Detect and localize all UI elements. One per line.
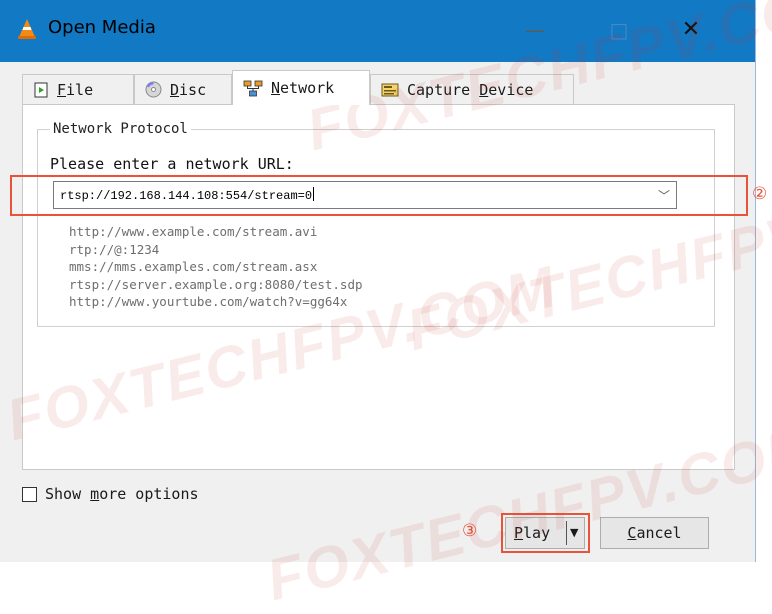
tab-network[interactable]: Network <box>232 70 370 105</box>
show-more-options[interactable]: Show more options <box>22 485 199 503</box>
window-title: Open Media <box>48 17 156 38</box>
show-more-label: Show more options <box>45 485 199 503</box>
example-line: http://www.example.com/stream.avi <box>69 224 318 239</box>
show-more-checkbox[interactable] <box>22 486 37 502</box>
url-prompt: Please enter a network URL: <box>50 155 294 173</box>
url-examples: http://www.example.com/stream.avi rtp://… <box>69 223 363 311</box>
example-line: mms://mms.examples.com/stream.asx <box>69 259 318 274</box>
step-marker-2: ② <box>752 184 768 204</box>
example-line: http://www.yourtube.com/watch?v=gg64x <box>69 294 348 309</box>
tab-disc[interactable]: Disc <box>134 74 232 104</box>
url-highlight-box <box>10 175 748 216</box>
example-line: rtp://@:1234 <box>69 241 160 257</box>
example-line: rtsp://server.example.org:8080/test.sdp <box>69 276 363 292</box>
group-label: Network Protocol <box>50 121 191 137</box>
tab-file[interactable]: File <box>22 74 134 104</box>
cancel-label: ancel <box>636 524 682 542</box>
tab-network-label: Network <box>271 79 335 97</box>
network-icon <box>243 80 263 96</box>
vlc-cone-icon <box>18 19 36 39</box>
tab-file-label: File <box>57 80 94 99</box>
tab-disc-label: Disc <box>170 80 207 99</box>
disc-icon <box>145 81 162 98</box>
file-icon <box>34 82 48 97</box>
